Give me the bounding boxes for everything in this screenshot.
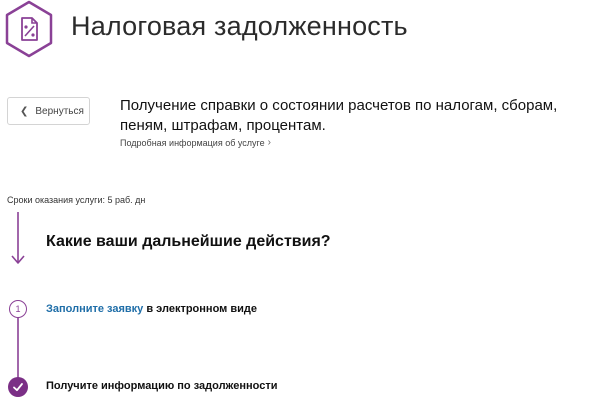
back-button[interactable]: ❮ Вернуться (7, 97, 90, 125)
chevron-left-icon: ❮ (20, 105, 29, 117)
step-text: в электронном виде (143, 303, 257, 315)
step-number-badge: 1 (9, 300, 27, 318)
back-button-label: Вернуться (35, 105, 84, 117)
service-duration: Сроки оказания услуги: 5 раб. дн (7, 195, 146, 205)
question-heading: Какие ваши дальнейшие действия? (46, 233, 331, 250)
service-details-label: Подробная информация об услуге (120, 137, 265, 148)
step-fill-application: Заполните заявку в электронном виде (46, 303, 257, 315)
service-title: Получение справки о состоянии расчетов п… (120, 97, 558, 134)
check-icon (8, 377, 28, 397)
page-title: Налоговая задолженность (71, 11, 408, 41)
step-get-info: Получите информацию по задолженности (46, 380, 278, 392)
fill-application-link[interactable]: Заполните заявку (46, 303, 143, 315)
service-details-link[interactable]: Подробная информация об услуге › (120, 137, 271, 148)
arrow-down-icon (11, 212, 25, 264)
tax-document-percent-icon (4, 0, 54, 58)
chevron-right-icon: › (267, 137, 271, 148)
